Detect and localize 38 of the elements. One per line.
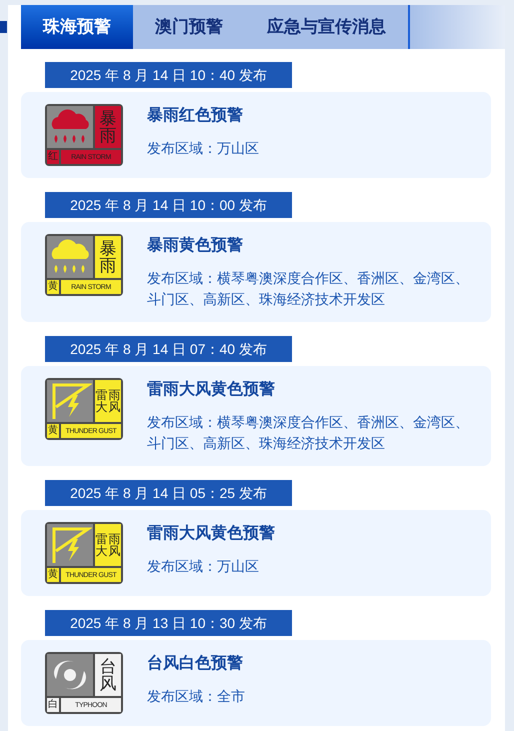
signal-character: 暴	[100, 240, 116, 257]
signal-level: 白	[47, 698, 59, 712]
warning-area: 发布区域：横琴粤澳深度合作区、香洲区、金湾区、斗门区、高新区、珠海经济技术开发区	[147, 268, 475, 310]
tab-marker	[0, 21, 7, 33]
signal-character: 大	[96, 401, 108, 413]
publish-time: 2025 年 8 月 14 日 07：40 发布	[45, 336, 292, 362]
signal-character: 暴	[100, 110, 116, 127]
tab[interactable]: 珠海预警	[21, 5, 133, 49]
warning-area: 发布区域：万山区	[147, 556, 275, 577]
signal-character: 雷	[96, 533, 108, 545]
tab[interactable]: 澳门预警	[133, 5, 245, 49]
signal-character: 雨	[108, 533, 120, 545]
signal-level: 黄	[47, 280, 59, 294]
warning-area: 发布区域：全市	[147, 686, 245, 707]
tab[interactable]: 应急与宣传消息	[245, 5, 408, 49]
signal-character: 台	[100, 658, 116, 675]
publish-time: 2025 年 8 月 13 日 10：30 发布	[45, 610, 292, 636]
signal-character: 雷	[96, 389, 108, 401]
warning-title: 雷雨大风黄色预警	[147, 380, 276, 400]
warning-area: 发布区域：横琴粤澳深度合作区、香洲区、金湾区、斗门区、高新区、珠海经济技术开发区	[147, 412, 475, 454]
publish-time: 2025 年 8 月 14 日 05：25 发布	[45, 480, 292, 506]
signal-level: 红	[47, 150, 59, 164]
warning-title: 暴雨红色预警	[147, 106, 244, 126]
publish-time: 2025 年 8 月 14 日 10：40 发布	[45, 62, 292, 88]
publish-time: 2025 年 8 月 14 日 10：00 发布	[45, 192, 292, 218]
signal-character: 大	[96, 545, 108, 557]
signal-level: 黄	[47, 568, 59, 582]
signal-character: 雨	[100, 257, 116, 274]
signal-character: 雨	[100, 127, 116, 144]
signal-level: 黄	[47, 424, 59, 438]
warning-title: 雷雨大风黄色预警	[147, 524, 275, 544]
signal-character: 风	[100, 675, 116, 692]
warning-area: 发布区域：万山区	[147, 138, 259, 159]
signal-character: 风	[108, 401, 120, 413]
signal-character: 雨	[108, 389, 120, 401]
warning-title: 台风白色预警	[147, 654, 244, 674]
warning-title: 暴雨黄色预警	[147, 236, 244, 256]
signal-character: 风	[108, 545, 120, 557]
